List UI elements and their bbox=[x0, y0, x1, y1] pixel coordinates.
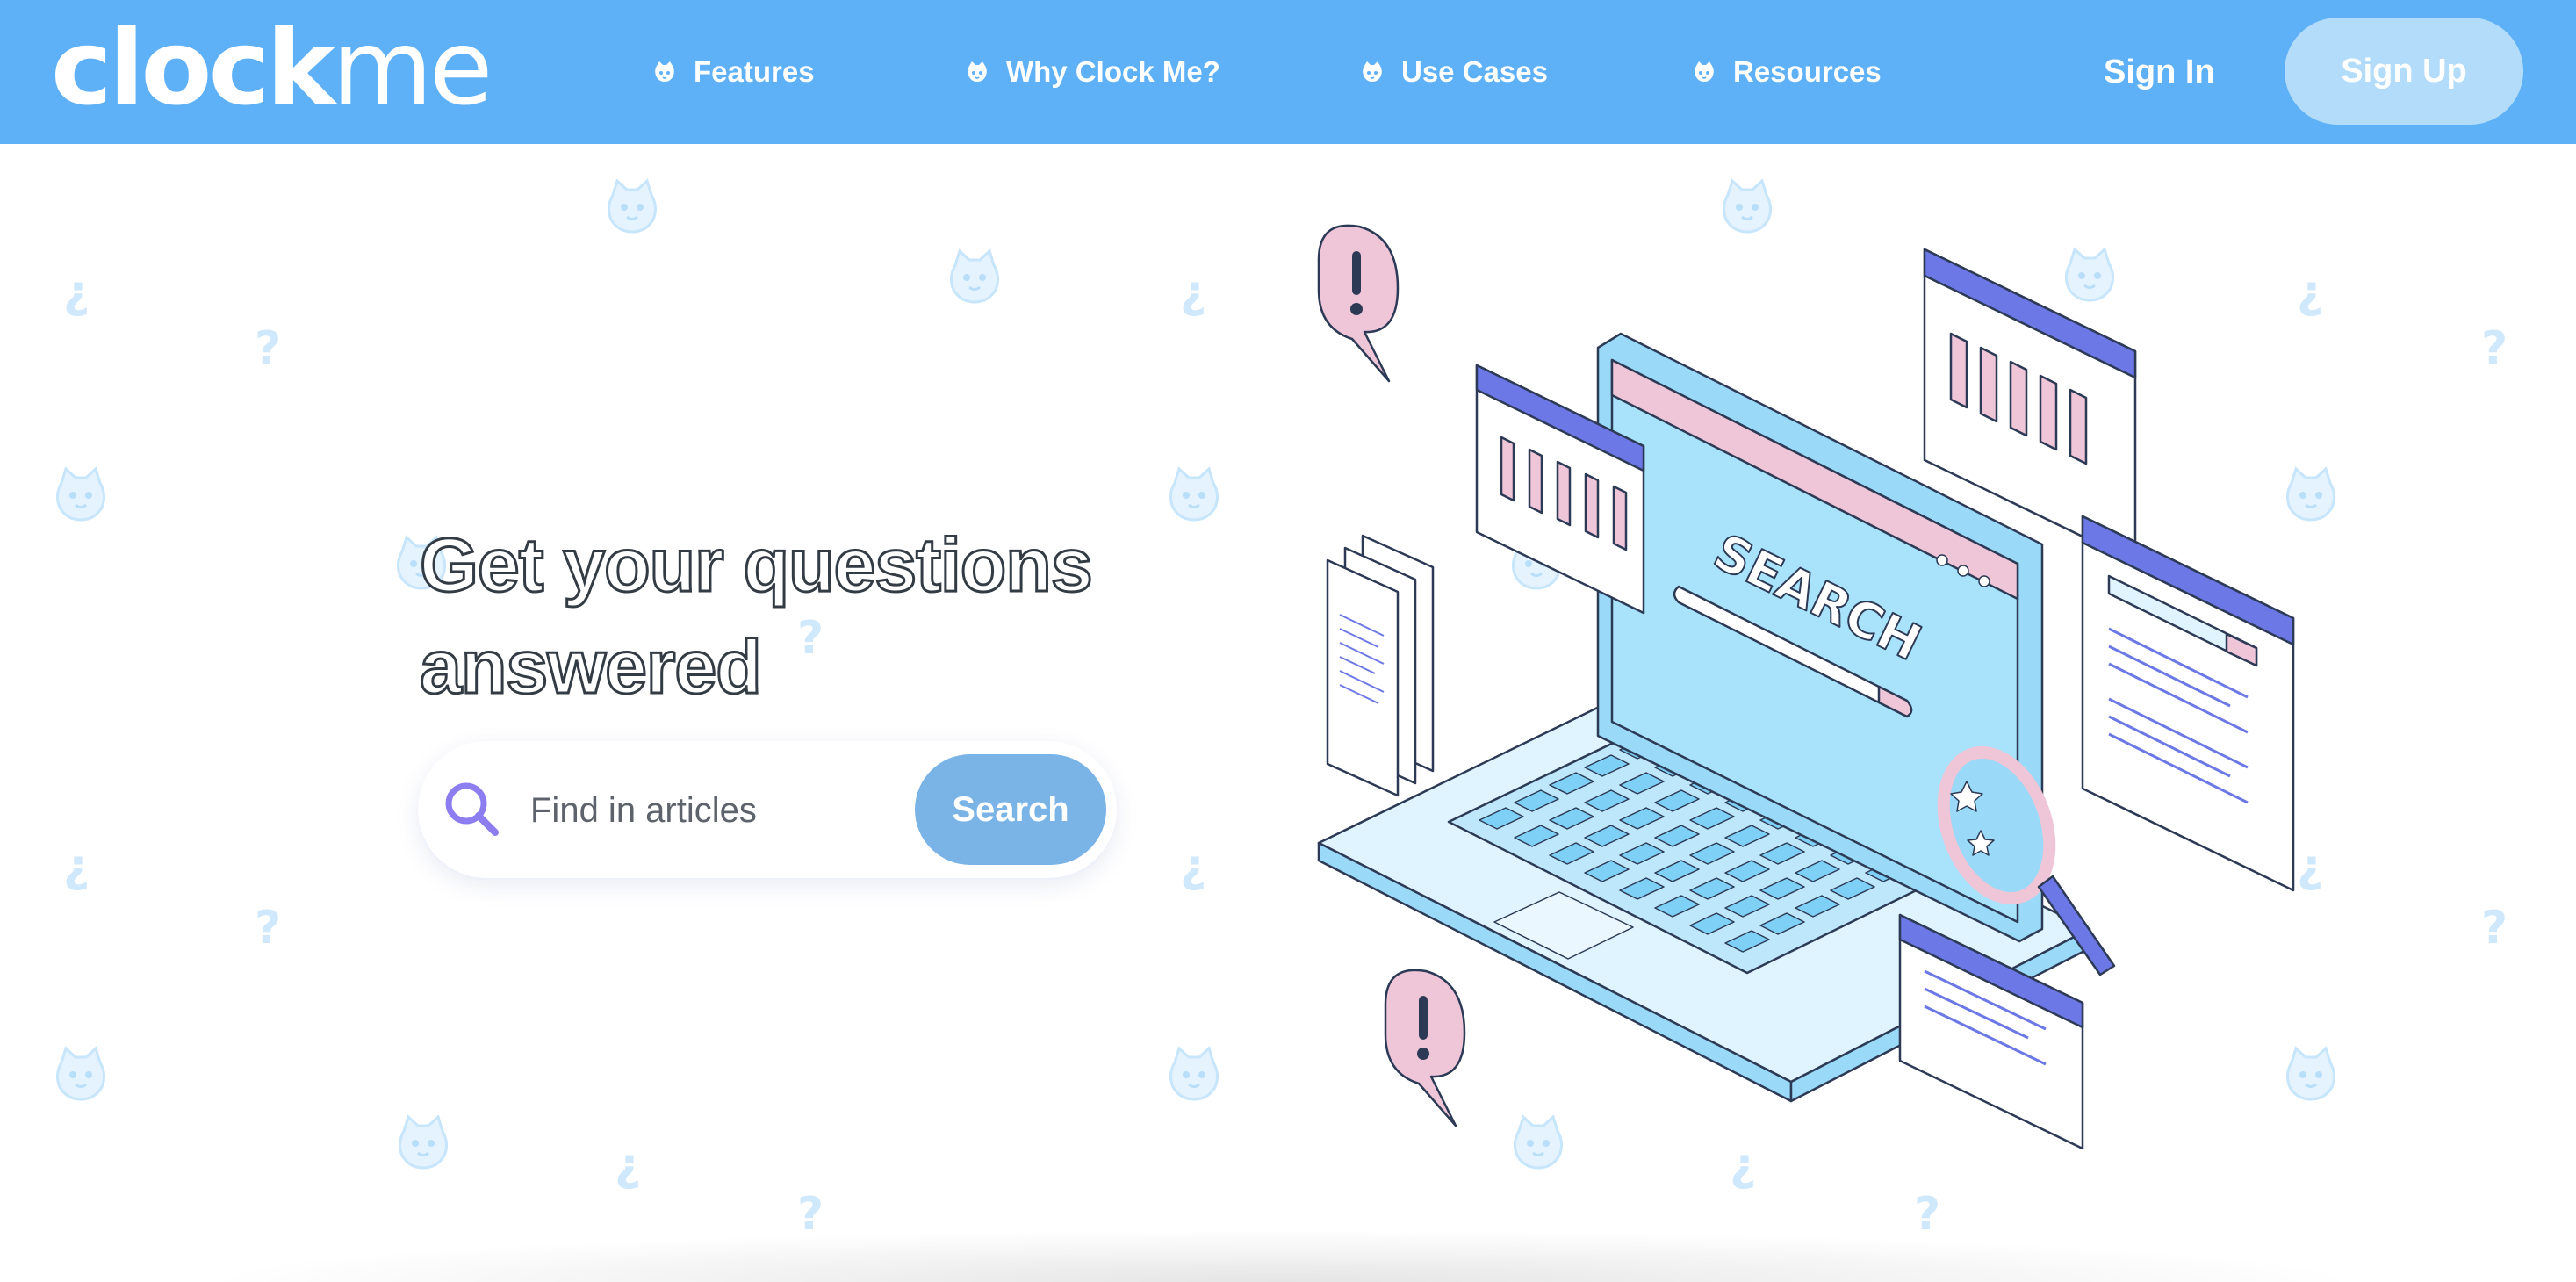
search-button[interactable]: Search bbox=[915, 754, 1106, 865]
cat-face-icon bbox=[1695, 61, 1714, 82]
nav-item-use-cases[interactable]: Use Cases bbox=[1359, 46, 1548, 98]
nav-label: Why Clock Me? bbox=[1006, 55, 1220, 88]
alert-bubble-bottom bbox=[1384, 969, 1466, 1127]
article-search-box: Search bbox=[418, 741, 1117, 878]
svg-text:?: ? bbox=[255, 902, 281, 954]
svg-text:¿: ¿ bbox=[63, 266, 90, 319]
sign-up-button[interactable]: Sign Up bbox=[2285, 18, 2523, 125]
hero-headline: Get your questions answered bbox=[419, 522, 1095, 711]
top-navigation-bar: clockme Features Why Clock Me? Use Cases bbox=[0, 0, 2576, 144]
svg-text:¿: ¿ bbox=[63, 840, 90, 893]
section-divider-shadow bbox=[193, 1229, 2371, 1282]
cat-face-icon bbox=[1363, 61, 1382, 82]
nav-item-why-clock-me[interactable]: Why Clock Me? bbox=[964, 46, 1220, 98]
nav-item-features[interactable]: Features bbox=[651, 46, 815, 98]
svg-text:¿: ¿ bbox=[1180, 840, 1206, 893]
nav-label: Resources bbox=[1733, 55, 1882, 88]
cat-face-icon bbox=[655, 61, 674, 82]
nav-label: Use Cases bbox=[1401, 55, 1548, 88]
svg-text:?: ? bbox=[255, 322, 281, 375]
svg-text:?: ? bbox=[2481, 322, 2508, 375]
svg-text:¿: ¿ bbox=[615, 1139, 641, 1192]
alert-bubble-top bbox=[1317, 224, 1400, 383]
sign-in-link[interactable]: Sign In bbox=[2104, 46, 2215, 98]
search-icon bbox=[445, 782, 499, 836]
svg-text:?: ? bbox=[2481, 902, 2508, 954]
search-input[interactable] bbox=[529, 776, 848, 845]
cat-face-icon bbox=[968, 61, 987, 82]
clockme-logo[interactable]: clockme bbox=[51, 11, 493, 125]
svg-text:¿: ¿ bbox=[1180, 266, 1206, 319]
laptop-search-illustration: SEARCH bbox=[1317, 224, 2295, 1150]
nav-label: Features bbox=[694, 55, 815, 88]
nav-item-resources[interactable]: Resources bbox=[1691, 46, 1882, 98]
